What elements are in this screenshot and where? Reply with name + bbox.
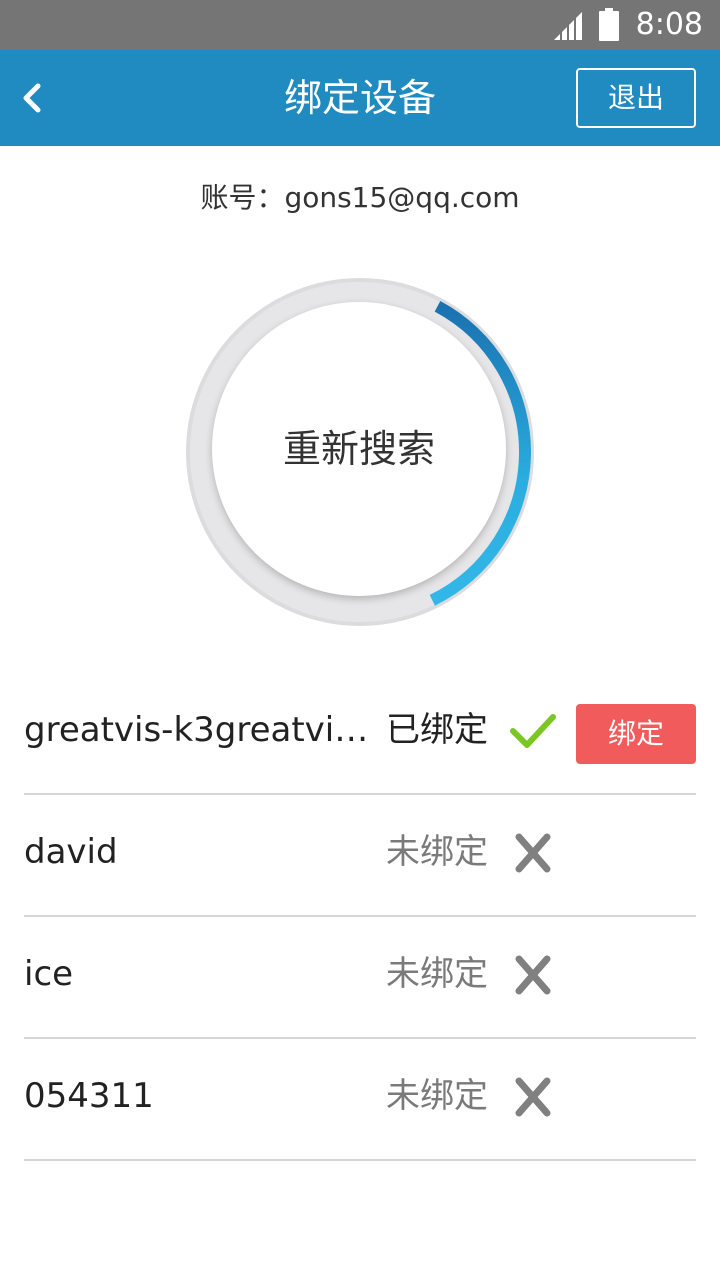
research-button[interactable]: 重新搜索 [212, 302, 506, 596]
device-name: david [24, 832, 118, 872]
research-button-label: 重新搜索 [282, 427, 435, 471]
device-status: 未绑定 [386, 1076, 488, 1116]
account-label: 账号：gons15@qq.com [200, 181, 520, 214]
device-status: 未绑定 [386, 954, 488, 994]
device-row[interactable]: greatvis-k3greatvis... 已绑定 绑定 [24, 672, 696, 795]
signal-icon [554, 12, 582, 40]
device-status: 未绑定 [386, 832, 488, 872]
battery-icon [599, 8, 619, 41]
device-row[interactable]: ice 未绑定 [24, 916, 696, 1039]
device-status: 已绑定 [386, 710, 488, 750]
device-name: 054311 [24, 1076, 154, 1116]
device-name: ice [24, 954, 74, 994]
device-row[interactable]: 054311 未绑定 [24, 1038, 696, 1161]
bind-button[interactable]: 绑定 [576, 704, 696, 764]
check-icon [510, 714, 556, 748]
status-time: 8:08 [635, 7, 703, 42]
logout-button[interactable]: 退出 [576, 68, 696, 128]
status-bar: 8:08 [0, 0, 720, 50]
cross-icon [515, 833, 551, 873]
device-row[interactable]: david 未绑定 [24, 794, 696, 917]
cross-icon [515, 1077, 551, 1117]
app-header: 绑定设备 退出 [0, 50, 720, 146]
cross-icon [515, 955, 551, 995]
device-name: greatvis-k3greatvis... [24, 710, 379, 750]
